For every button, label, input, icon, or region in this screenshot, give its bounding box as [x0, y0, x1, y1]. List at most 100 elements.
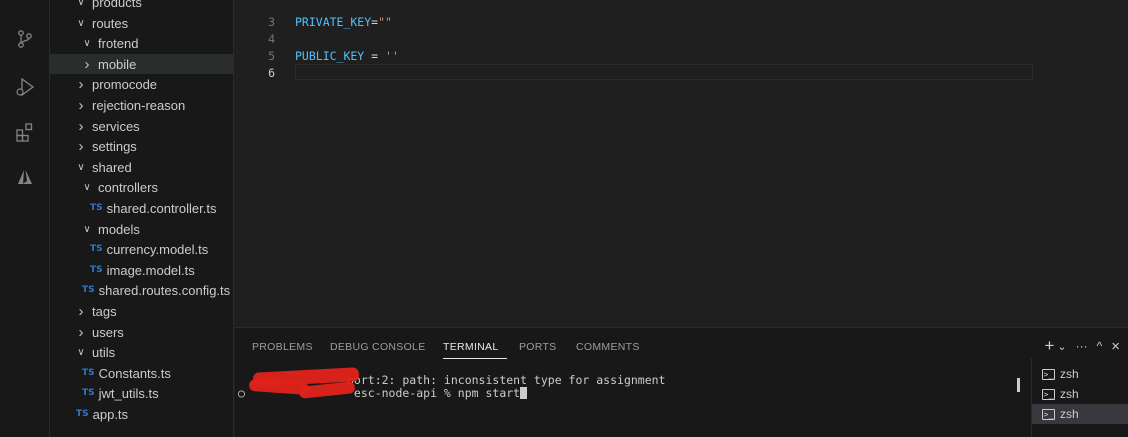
- terminal-icon: >_: [1042, 388, 1055, 400]
- chevron-right-icon: ›: [84, 55, 90, 73]
- tree-item-label: models: [98, 221, 140, 237]
- terminal-dropdown-button[interactable]: ⌄: [1057, 340, 1066, 353]
- tab-comments[interactable]: COMMENTS: [576, 341, 640, 353]
- typescript-file-icon: TS: [82, 368, 95, 378]
- code-line[interactable]: 5 PUBLIC_KEY = '': [235, 48, 1035, 64]
- terminal-name: zsh: [1060, 387, 1079, 401]
- tree-item-label: currency.model.ts: [106, 241, 209, 257]
- tree-item-label: settings: [92, 138, 137, 154]
- folder-item[interactable]: › promocode: [50, 74, 233, 94]
- code-editor[interactable]: 3 PRIVATE_KEY="" 4 5 PUBLIC_KEY = '' 6: [235, 0, 1128, 327]
- tree-item-label: jwt_utils.ts: [98, 385, 159, 401]
- file-item[interactable]: TS shared.controller.ts: [50, 198, 233, 218]
- tree-item-label: products: [92, 0, 142, 10]
- code-string: '': [385, 49, 399, 63]
- tree-item-label: routes: [92, 15, 129, 31]
- tree-item-label: frotend: [98, 35, 139, 51]
- explorer-panel: ∨ products ∨ routes ∨ frotend › mobile › promocod…: [50, 0, 234, 437]
- run-debug-icon[interactable]: [10, 72, 40, 102]
- chevron-down-icon: ∨: [77, 0, 85, 8]
- folder-item[interactable]: ∨ routes: [50, 13, 233, 33]
- tree-item-label: shared: [92, 159, 132, 175]
- chevron-right-icon: ›: [78, 117, 84, 135]
- tree-item-label: shared.controller.ts: [106, 200, 217, 216]
- file-item[interactable]: TS image.model.ts: [50, 260, 233, 280]
- active-tab-indicator: [443, 358, 507, 359]
- chevron-right-icon: ›: [78, 323, 84, 341]
- code-variable: PUBLIC_KEY: [295, 49, 365, 63]
- terminal-list-item[interactable]: >_ zsh: [1032, 364, 1128, 384]
- folder-item[interactable]: › mobile: [50, 54, 233, 74]
- folder-item[interactable]: ∨ products: [50, 0, 233, 12]
- folder-item[interactable]: ∨ utils: [50, 342, 233, 362]
- tab-problems[interactable]: PROBLEMS: [252, 341, 313, 353]
- code-line[interactable]: 6: [235, 65, 1035, 81]
- terminal-cursor: [520, 387, 528, 399]
- chevron-down-icon: ∨: [77, 346, 85, 358]
- file-item[interactable]: TS shared.routes.config.ts: [50, 280, 233, 300]
- tree-item-label: tags: [92, 303, 117, 319]
- folder-item[interactable]: ∨ shared: [50, 157, 233, 177]
- tree-item-label: shared.routes.config.ts: [98, 282, 231, 298]
- folder-item[interactable]: › tags: [50, 301, 233, 321]
- folder-item[interactable]: › rejection-reason: [50, 95, 233, 115]
- azure-icon[interactable]: [10, 162, 40, 192]
- chevron-down-icon: ∨: [77, 161, 85, 173]
- file-item[interactable]: TS currency.model.ts: [50, 239, 233, 259]
- code-line[interactable]: 4: [235, 31, 1035, 47]
- file-item[interactable]: TS Constants.ts: [50, 363, 233, 383]
- folder-item[interactable]: › services: [50, 116, 233, 136]
- chevron-down-icon: ∨: [77, 17, 85, 29]
- code-variable: PRIVATE_KEY: [295, 15, 372, 29]
- tree-item-label: image.model.ts: [106, 262, 195, 278]
- maximize-panel-button[interactable]: ^: [1097, 339, 1103, 353]
- chevron-right-icon: ›: [78, 96, 84, 114]
- terminal-command-text: esc-node-api % npm start: [347, 386, 521, 400]
- close-panel-button[interactable]: ×: [1111, 338, 1120, 355]
- tree-item-label: Constants.ts: [98, 365, 171, 381]
- file-item[interactable]: TS app.ts: [50, 404, 233, 424]
- file-item[interactable]: TS jwt_utils.ts: [50, 383, 233, 403]
- chevron-down-icon: ∨: [83, 181, 91, 193]
- typescript-file-icon: TS: [82, 285, 95, 295]
- folder-item[interactable]: ∨ frotend: [50, 33, 233, 53]
- terminal-output-line: port:2: path: inconsistent type for assi…: [347, 373, 666, 387]
- tree-item-label: mobile: [98, 56, 137, 72]
- tree-item-label: services: [92, 118, 140, 134]
- tree-item-label: app.ts: [92, 406, 129, 422]
- typescript-file-icon: TS: [82, 388, 95, 398]
- folder-item[interactable]: › users: [50, 322, 233, 342]
- folder-item[interactable]: ∨ controllers: [50, 177, 233, 197]
- more-actions-button[interactable]: ···: [1076, 339, 1088, 353]
- tree-item-label: utils: [92, 344, 116, 360]
- terminal-list-item[interactable]: >_ zsh: [1032, 384, 1128, 404]
- tab-debug-console[interactable]: DEBUG CONSOLE: [330, 341, 426, 353]
- activity-bar: [0, 0, 50, 437]
- source-control-icon[interactable]: [10, 24, 40, 54]
- chevron-right-icon: ›: [78, 137, 84, 155]
- folder-item[interactable]: ∨ models: [50, 219, 233, 239]
- code-operator: =: [364, 49, 386, 63]
- tree-item-label: rejection-reason: [92, 97, 186, 113]
- terminal-scrollbar[interactable]: [1017, 378, 1020, 392]
- folder-item[interactable]: › settings: [50, 136, 233, 156]
- new-terminal-button[interactable]: +: [1044, 336, 1054, 356]
- terminal-command-line[interactable]: esc-node-api % npm start: [347, 386, 528, 400]
- line-number: 3: [268, 15, 275, 29]
- tab-terminal[interactable]: TERMINAL: [443, 341, 499, 353]
- code-line[interactable]: 3 PRIVATE_KEY="": [235, 14, 1035, 30]
- extensions-icon[interactable]: [10, 117, 40, 147]
- tab-ports[interactable]: PORTS: [519, 341, 556, 353]
- chevron-down-icon: ∨: [83, 37, 91, 49]
- chevron-right-icon: ›: [78, 302, 84, 320]
- line-number: 4: [268, 32, 275, 46]
- typescript-file-icon: TS: [90, 265, 103, 275]
- terminal-prompt-icon: ○: [238, 386, 245, 400]
- tree-item-label: users: [92, 324, 124, 340]
- line-number: 5: [268, 49, 275, 63]
- panel-actions: + ⌄ ··· ^ ×: [1044, 336, 1120, 356]
- code-string: "": [378, 15, 392, 29]
- terminal-list-item[interactable]: >_ zsh: [1032, 404, 1128, 424]
- line-number: 6: [268, 66, 275, 80]
- chevron-down-icon: ∨: [83, 223, 91, 235]
